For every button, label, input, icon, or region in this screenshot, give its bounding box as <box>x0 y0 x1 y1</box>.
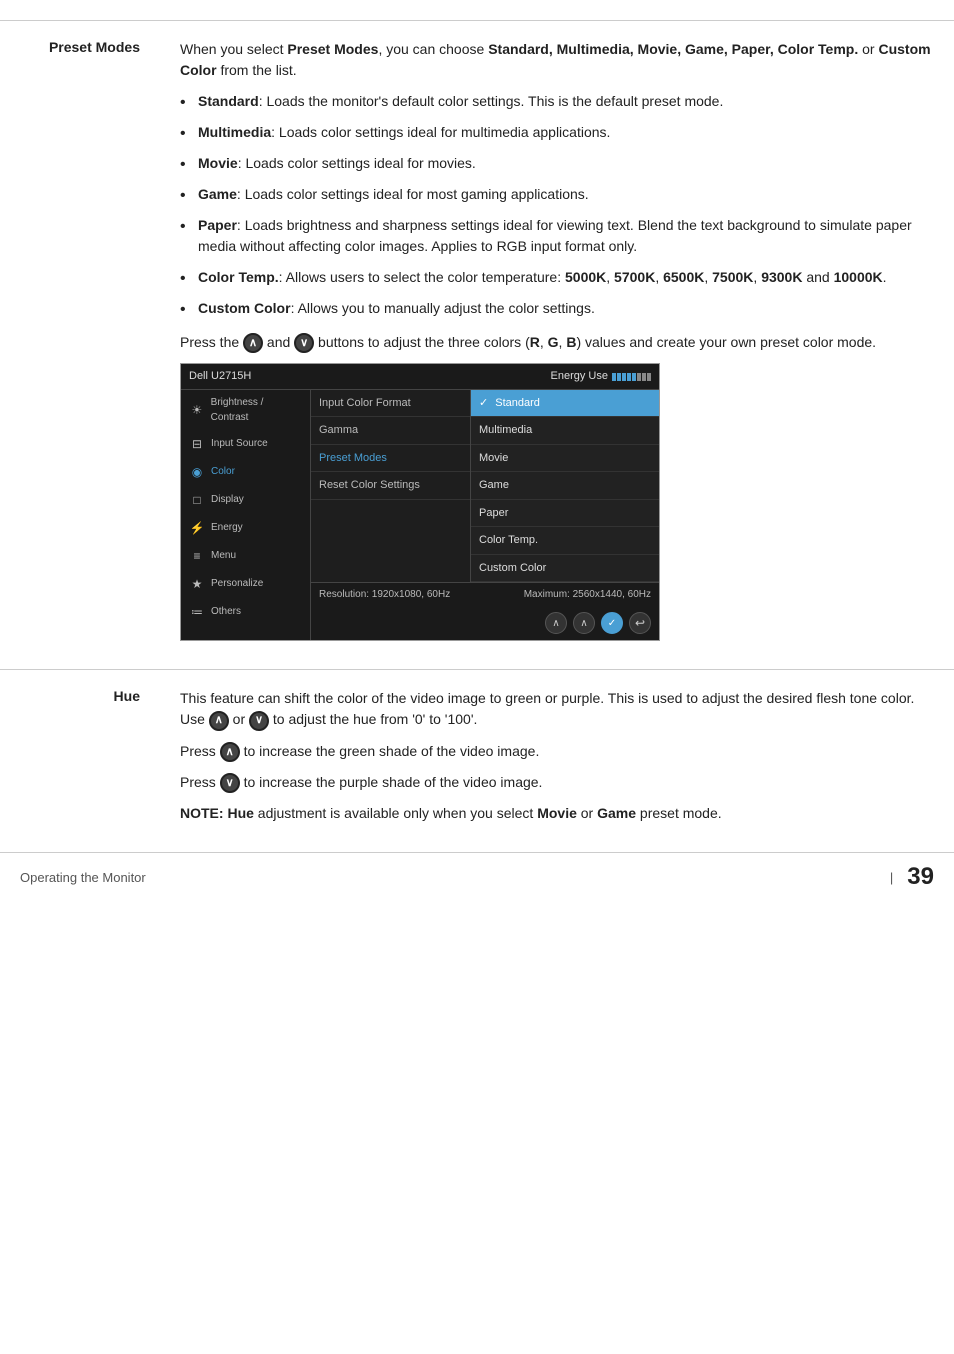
preset-modes-row: Preset Modes When you select Preset Mode… <box>0 21 954 670</box>
content-table: Preset Modes When you select Preset Mode… <box>0 20 954 852</box>
sidebar-display[interactable]: □ Display <box>181 486 310 514</box>
hue-label: Hue <box>0 670 160 852</box>
up-circle-icon: ∧ <box>209 711 229 731</box>
list-item: Paper: Loads brightness and sharpness se… <box>180 215 934 257</box>
osd-title: Dell U2715H <box>189 368 251 385</box>
osd-sidebar: ☀ Brightness / Contrast ⊟ Input Source ◉… <box>181 390 311 641</box>
sidebar-others[interactable]: ≔ Others <box>181 598 310 626</box>
preset-modes-content: When you select Preset Modes, you can ch… <box>160 21 954 670</box>
osd-footer: Resolution: 1920x1080, 60Hz Maximum: 256… <box>311 582 659 606</box>
footer-separator: | <box>890 870 893 885</box>
menu-preset-modes[interactable]: Preset Modes <box>311 445 470 473</box>
preset-modes-label: Preset Modes <box>0 21 160 670</box>
hue-row: Hue This feature can shift the color of … <box>0 670 954 852</box>
list-item: Standard: Loads the monitor's default co… <box>180 91 934 112</box>
list-item: Multimedia: Loads color settings ideal f… <box>180 122 934 143</box>
sidebar-input-source[interactable]: ⊟ Input Source <box>181 430 310 458</box>
osd-menu-column: Input Color Format Gamma Preset Modes Re… <box>311 390 471 583</box>
hue-content: This feature can shift the color of the … <box>160 670 954 852</box>
energy-bar: Energy Use <box>551 368 651 385</box>
sidebar-color[interactable]: ◉ Color <box>181 458 310 486</box>
down-circle-icon-2: ∨ <box>220 773 240 793</box>
hue-paragraph-1: This feature can shift the color of the … <box>180 688 934 730</box>
page-number: 39 <box>907 863 934 891</box>
page-footer: Operating the Monitor | 39 <box>0 852 954 901</box>
menu-icon: ≡ <box>189 547 205 565</box>
osd-main: Input Color Format Gamma Preset Modes Re… <box>311 390 659 641</box>
menu-reset-color[interactable]: Reset Color Settings <box>311 472 470 500</box>
footer-left-text: Operating the Monitor <box>20 870 146 885</box>
osd-resolution: Resolution: 1920x1080, 60Hz <box>319 587 450 602</box>
personalize-icon: ★ <box>189 575 205 593</box>
osd-max-resolution: Maximum: 2560x1440, 60Hz <box>524 587 651 602</box>
nav-check-btn[interactable]: ✓ <box>601 612 623 634</box>
color-icon: ◉ <box>189 463 205 481</box>
list-item: Color Temp.: Allows users to select the … <box>180 267 934 288</box>
osd-nav-buttons: ∧ ∧ ✓ ↩ <box>311 606 659 640</box>
osd-content: Input Color Format Gamma Preset Modes Re… <box>311 390 659 583</box>
option-custom-color[interactable]: Custom Color <box>471 555 659 583</box>
sidebar-personalize[interactable]: ★ Personalize <box>181 570 310 598</box>
up-button-icon: ∧ <box>243 333 263 353</box>
list-item: Movie: Loads color settings ideal for mo… <box>180 153 934 174</box>
hue-paragraph-2: Press ∧ to increase the green shade of t… <box>180 741 934 762</box>
nav-up-btn[interactable]: ∧ <box>545 612 567 634</box>
check-icon: ✓ <box>479 397 491 409</box>
option-game[interactable]: Game <box>471 472 659 500</box>
osd-screenshot: Dell U2715H Energy Use <box>180 363 660 641</box>
sidebar-menu[interactable]: ≡ Menu <box>181 542 310 570</box>
option-color-temp[interactable]: Color Temp. <box>471 527 659 555</box>
sidebar-brightness[interactable]: ☀ Brightness / Contrast <box>181 390 310 430</box>
display-icon: □ <box>189 491 205 509</box>
option-movie[interactable]: Movie <box>471 445 659 473</box>
preset-modes-list: Standard: Loads the monitor's default co… <box>180 91 934 319</box>
osd-options-column: ✓ Standard Multimedia Movie Game Paper C… <box>471 390 659 583</box>
option-paper[interactable]: Paper <box>471 500 659 528</box>
menu-input-color-format[interactable]: Input Color Format <box>311 390 470 418</box>
footer-right: | 39 <box>890 863 934 891</box>
option-multimedia[interactable]: Multimedia <box>471 417 659 445</box>
others-icon: ≔ <box>189 603 205 621</box>
press-paragraph: Press the ∧ and ∨ buttons to adjust the … <box>180 331 934 353</box>
osd-body: ☀ Brightness / Contrast ⊟ Input Source ◉… <box>181 390 659 641</box>
option-standard[interactable]: ✓ Standard <box>471 390 659 418</box>
intro-paragraph: When you select Preset Modes, you can ch… <box>180 39 934 81</box>
hue-paragraph-3: Press ∨ to increase the purple shade of … <box>180 772 934 793</box>
down-circle-icon: ∨ <box>249 711 269 731</box>
list-item: Custom Color: Allows you to manually adj… <box>180 298 934 319</box>
brightness-icon: ☀ <box>189 401 205 419</box>
list-item: Game: Loads color settings ideal for mos… <box>180 184 934 205</box>
input-source-icon: ⊟ <box>189 435 205 453</box>
menu-gamma[interactable]: Gamma <box>311 417 470 445</box>
energy-bar-graphic <box>612 373 651 381</box>
up-circle-icon-2: ∧ <box>220 742 240 762</box>
sidebar-energy[interactable]: ⚡ Energy <box>181 514 310 542</box>
nav-back-btn[interactable]: ↩ <box>629 612 651 634</box>
nav-up-btn-2[interactable]: ∧ <box>573 612 595 634</box>
osd-header: Dell U2715H Energy Use <box>181 364 659 390</box>
hue-note: NOTE: Hue adjustment is available only w… <box>180 803 934 824</box>
energy-icon: ⚡ <box>189 519 205 537</box>
page-container: Preset Modes When you select Preset Mode… <box>0 0 954 921</box>
down-button-icon: ∨ <box>294 333 314 353</box>
